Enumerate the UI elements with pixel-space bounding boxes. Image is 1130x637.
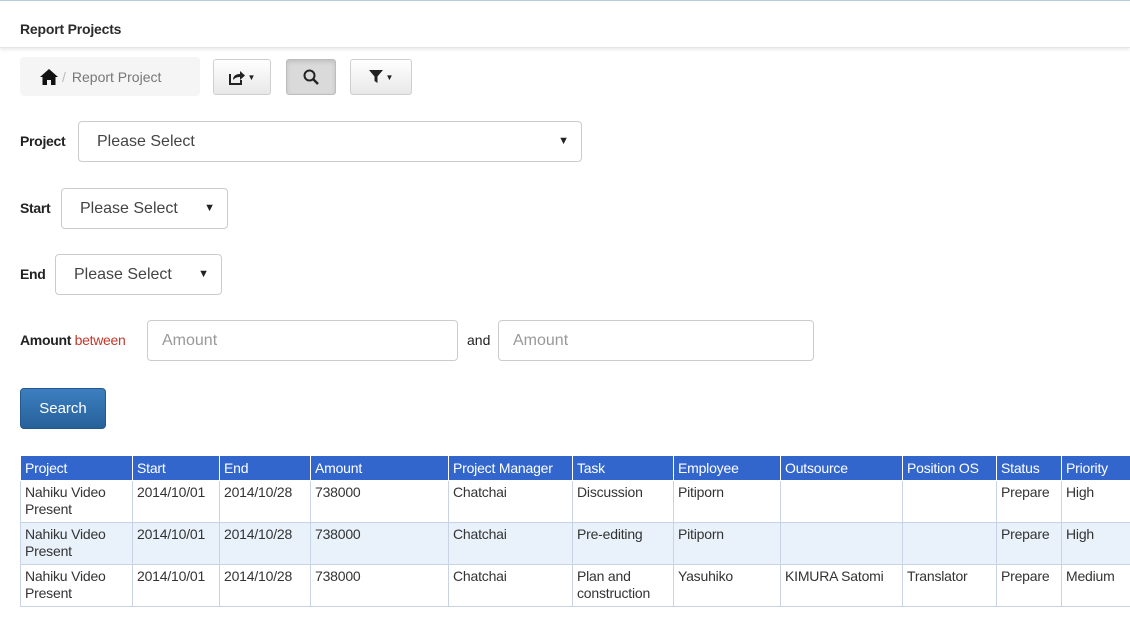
table-cell: Pitiporn [673, 480, 781, 523]
column-header[interactable]: Status [996, 455, 1062, 481]
end-label: End [20, 266, 46, 282]
start-select[interactable]: Please Select ▼ [61, 188, 228, 229]
share-export-icon [228, 70, 245, 85]
table-cell: Yasuhiko [673, 564, 781, 607]
table-cell: 2014/10/01 [132, 522, 220, 565]
chevron-down-icon: ▼ [385, 72, 394, 82]
amount-label: Amount between [20, 332, 126, 348]
project-select[interactable]: Please Select ▼ [78, 121, 582, 162]
breadcrumb: / Report Project [20, 57, 200, 96]
table-cell: Medium [1061, 564, 1130, 607]
table-cell: 2014/10/28 [219, 522, 311, 565]
column-header[interactable]: Position OS [902, 455, 997, 481]
table-row[interactable]: Nahiku Video Present 2014/10/01 2014/10/… [20, 480, 1130, 523]
project-label: Project [20, 133, 66, 149]
search-toggle-button[interactable] [286, 59, 336, 95]
report-table: Project Start End Amount Project Manager… [20, 455, 1130, 607]
table-cell: High [1061, 480, 1130, 523]
project-select-value: Please Select [97, 132, 195, 150]
column-header[interactable]: Task [572, 455, 674, 481]
column-header[interactable]: Employee [673, 455, 781, 481]
table-cell: Pitiporn [673, 522, 781, 565]
amount-max-input[interactable] [498, 320, 814, 361]
column-header[interactable]: Start [132, 455, 220, 481]
between-label: between [74, 332, 126, 348]
table-cell: Translator [902, 564, 997, 607]
chevron-down-icon: ▼ [198, 268, 209, 280]
end-select[interactable]: Please Select ▼ [55, 254, 222, 295]
table-cell: Chatchai [448, 522, 573, 565]
column-header[interactable]: Amount [310, 455, 449, 481]
page-title: Report Projects [0, 1, 1130, 48]
start-select-value: Please Select [80, 199, 178, 217]
table-cell: 738000 [310, 480, 449, 523]
breadcrumb-separator: / [62, 68, 66, 85]
chevron-down-icon: ▼ [247, 72, 256, 82]
export-button[interactable]: ▼ [213, 59, 271, 95]
chevron-down-icon: ▼ [204, 202, 215, 214]
end-select-value: Please Select [74, 265, 172, 283]
column-header[interactable]: End [219, 455, 311, 481]
table-cell: Discussion [572, 480, 674, 523]
column-header[interactable]: Priority [1061, 455, 1130, 481]
filter-button[interactable]: ▼ [350, 59, 412, 95]
table-cell [902, 522, 997, 565]
amount-label-text: Amount [20, 332, 72, 348]
table-header-row: Project Start End Amount Project Manager… [20, 455, 1130, 481]
home-icon[interactable] [40, 68, 58, 85]
table-cell: Prepare [996, 480, 1062, 523]
table-cell: 2014/10/01 [132, 480, 220, 523]
table-cell: 2014/10/28 [219, 480, 311, 523]
start-label: Start [20, 200, 51, 216]
column-header[interactable]: Project Manager [448, 455, 573, 481]
table-cell: Pre-editing [572, 522, 674, 565]
table-cell: Nahiku Video Present [20, 480, 133, 523]
column-header[interactable]: Outsource [780, 455, 903, 481]
table-cell: High [1061, 522, 1130, 565]
table-cell: 2014/10/28 [219, 564, 311, 607]
table-cell: 2014/10/01 [132, 564, 220, 607]
funnel-filter-icon [368, 70, 383, 84]
table-cell: Nahiku Video Present [20, 564, 133, 607]
and-label: and [467, 332, 491, 348]
table-cell: Chatchai [448, 564, 573, 607]
table-cell: Plan and construction [572, 564, 674, 607]
table-cell [902, 480, 997, 523]
table-cell: Prepare [996, 564, 1062, 607]
table-cell: 738000 [310, 522, 449, 565]
table-cell: Prepare [996, 522, 1062, 565]
table-cell: KIMURA Satomi [780, 564, 903, 607]
table-row[interactable]: Nahiku Video Present 2014/10/01 2014/10/… [20, 522, 1130, 565]
magnifier-icon [303, 69, 319, 85]
breadcrumb-current: Report Project [71, 68, 162, 85]
column-header[interactable]: Project [20, 455, 133, 481]
table-cell: Nahiku Video Present [20, 522, 133, 565]
table-cell [780, 522, 903, 565]
amount-min-input[interactable] [147, 320, 458, 361]
chevron-down-icon: ▼ [558, 135, 569, 147]
table-cell [780, 480, 903, 523]
table-row[interactable]: Nahiku Video Present 2014/10/01 2014/10/… [20, 564, 1130, 607]
table-cell: 738000 [310, 564, 449, 607]
search-button[interactable]: Search [20, 388, 106, 429]
table-cell: Chatchai [448, 480, 573, 523]
